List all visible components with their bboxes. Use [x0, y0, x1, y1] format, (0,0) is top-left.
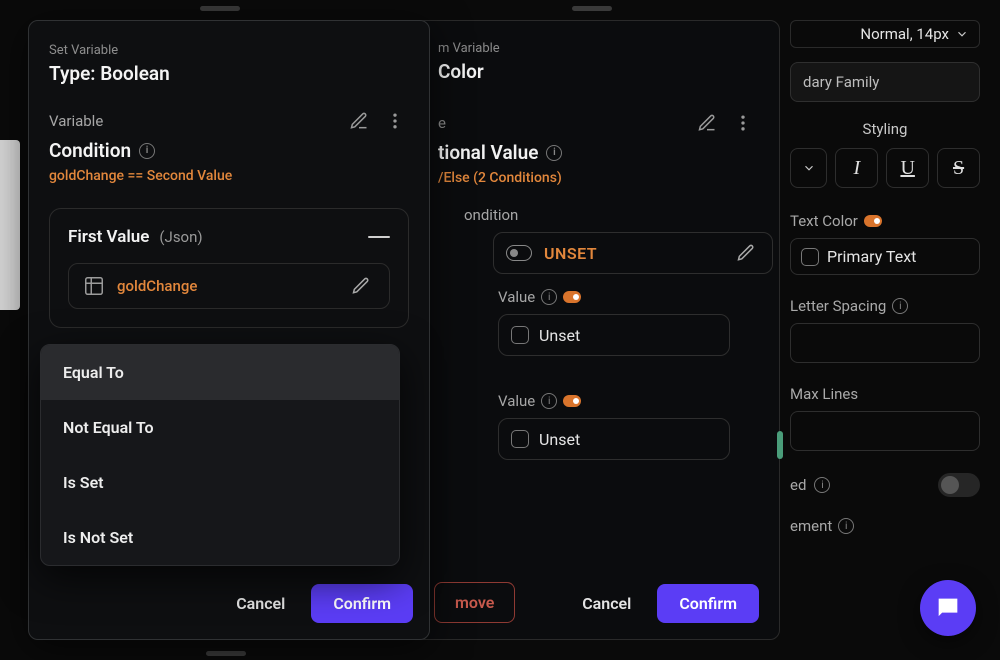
- remove-button[interactable]: move: [434, 582, 515, 623]
- dropdown-item-is-set[interactable]: Is Set: [41, 455, 399, 510]
- first-value-card: First Value (Json) goldChange: [49, 208, 409, 328]
- modal-kicker: Set Variable: [49, 43, 409, 58]
- confirm-button[interactable]: Confirm: [311, 584, 413, 623]
- option-d-label: ed: [790, 476, 806, 494]
- text-color-value[interactable]: Primary Text: [790, 238, 980, 275]
- operator-dropdown: Equal To Not Equal To Is Set Is Not Set: [40, 344, 400, 566]
- scroll-indicator[interactable]: [777, 431, 783, 459]
- conditional-value-title: tional Value i: [438, 141, 757, 164]
- more-icon[interactable]: [381, 107, 409, 135]
- first-value-header[interactable]: First Value (Json): [68, 227, 390, 247]
- first-value-title: First Value: [68, 227, 149, 247]
- value-toggle-icon[interactable]: [563, 291, 581, 303]
- pencil-icon[interactable]: [693, 109, 721, 137]
- resize-handle[interactable]: [206, 651, 246, 656]
- element-label: ement i: [790, 517, 980, 535]
- dropdown-item-is-not-set[interactable]: Is Not Set: [41, 510, 399, 565]
- info-icon: i: [541, 289, 557, 305]
- style-dropdown[interactable]: [790, 148, 827, 188]
- style-button-row: I U S: [790, 148, 980, 188]
- resize-handle[interactable]: [572, 6, 612, 11]
- variable-selector[interactable]: goldChange: [68, 263, 390, 309]
- info-icon: i: [838, 518, 854, 534]
- info-icon: i: [139, 143, 155, 159]
- cancel-button[interactable]: Cancel: [222, 584, 299, 623]
- styling-section-title: Styling: [790, 120, 980, 138]
- cancel-button[interactable]: Cancel: [568, 584, 645, 623]
- checkbox-icon[interactable]: [801, 248, 819, 266]
- option-toggle[interactable]: [938, 473, 980, 497]
- first-value-type: (Json): [159, 228, 202, 246]
- font-summary-select[interactable]: Normal, 14px: [790, 20, 980, 48]
- modal-kicker: m Variable: [438, 41, 757, 56]
- pencil-icon[interactable]: [347, 272, 375, 300]
- value-field-2[interactable]: Unset: [498, 418, 730, 460]
- pencil-icon[interactable]: [732, 239, 760, 267]
- canvas-node-edge: [0, 140, 20, 310]
- condition-label: ondition: [464, 206, 757, 224]
- checkbox-icon[interactable]: [511, 430, 529, 448]
- value-field-1[interactable]: Unset: [498, 314, 730, 356]
- max-lines-field[interactable]: [790, 411, 980, 451]
- font-summary-text: Normal, 14px: [860, 25, 949, 43]
- collapse-icon[interactable]: [368, 236, 390, 239]
- italic-button[interactable]: I: [835, 148, 878, 188]
- chat-icon: [934, 594, 962, 622]
- chat-fab[interactable]: [920, 580, 976, 636]
- text-color-toggle-icon[interactable]: [864, 215, 882, 227]
- modal-title: Color: [438, 60, 757, 83]
- secondary-family-field[interactable]: dary Family: [790, 62, 980, 102]
- strikethrough-button[interactable]: S: [937, 148, 980, 188]
- underline-button[interactable]: U: [886, 148, 929, 188]
- value-label-2: Value i: [498, 392, 757, 410]
- max-lines-label: Max Lines: [790, 385, 980, 403]
- condition-title: Condition i: [49, 139, 409, 162]
- value-text: Unset: [539, 326, 580, 345]
- variable-name: goldChange: [117, 277, 197, 295]
- chevron-down-icon: [955, 27, 969, 41]
- toggle-icon: [506, 245, 532, 261]
- variable-header: Variable: [49, 107, 409, 135]
- letter-spacing-label: Letter Spacing i: [790, 297, 980, 315]
- json-icon: [83, 275, 105, 297]
- confirm-button[interactable]: Confirm: [657, 584, 759, 623]
- condition-value: UNSET: [544, 244, 597, 263]
- pencil-icon[interactable]: [345, 107, 373, 135]
- text-color-value-label: Primary Text: [827, 247, 916, 266]
- modal-variable-header: e: [438, 109, 757, 137]
- condition-expression: goldChange == Second Value: [49, 168, 409, 184]
- dropdown-item-equal-to[interactable]: Equal To: [41, 345, 399, 400]
- checkbox-icon[interactable]: [511, 326, 529, 344]
- more-icon[interactable]: [729, 109, 757, 137]
- text-color-label: Text Color: [790, 212, 980, 230]
- styling-panel: Normal, 14px dary Family Styling I U S T…: [780, 0, 990, 660]
- modal-title: Type: Boolean: [49, 62, 409, 85]
- info-icon: i: [814, 477, 830, 493]
- value-toggle-icon[interactable]: [563, 395, 581, 407]
- value-text: Unset: [539, 430, 580, 449]
- letter-spacing-field[interactable]: [790, 323, 980, 363]
- conditions-summary: /Else (2 Conditions): [438, 170, 757, 186]
- dropdown-item-not-equal-to[interactable]: Not Equal To: [41, 400, 399, 455]
- condition-pill[interactable]: UNSET: [493, 232, 773, 274]
- info-icon: i: [892, 298, 908, 314]
- resize-handle[interactable]: [200, 6, 240, 11]
- info-icon: i: [541, 393, 557, 409]
- info-icon: i: [546, 145, 562, 161]
- modal-variable-color: m Variable Color e tional Value i /Else …: [415, 20, 780, 640]
- value-label-1: Value i: [498, 288, 757, 306]
